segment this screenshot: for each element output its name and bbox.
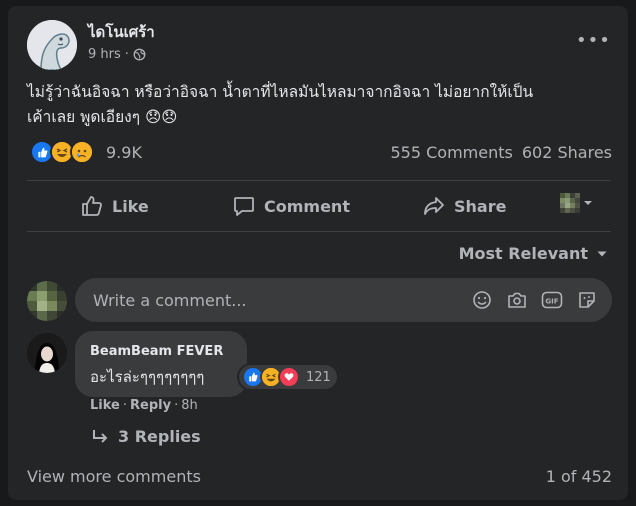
sticker-icon[interactable] [576, 289, 598, 311]
share-icon [424, 197, 444, 215]
comment-label: Comment [264, 196, 350, 216]
engagement-counts: 555 Comments 602 Shares [391, 143, 613, 162]
current-user-avatar[interactable] [27, 281, 67, 321]
reaction-summary[interactable] [30, 140, 94, 164]
comment-author[interactable]: BeamBeam FEVER [90, 344, 223, 359]
user-avatar-pixelated [27, 281, 67, 321]
dinosaur-avatar-image [27, 20, 77, 70]
divider [27, 231, 611, 232]
caret-down-icon [584, 201, 592, 205]
post-text-line-1: ไม่รู้ว่าฉันอิจฉา หรือว่าอิจฉา น้ำตาที่ไ… [27, 83, 534, 101]
commenter-photo [27, 333, 67, 373]
like-button[interactable]: Like [80, 182, 149, 230]
svg-text:GIF: GIF [545, 298, 558, 306]
view-more-comments-link[interactable]: View more comments [27, 467, 201, 486]
comment-reactions[interactable]: 121 [239, 365, 337, 389]
thumbs-up-icon [82, 196, 102, 216]
share-as-selector[interactable] [560, 193, 594, 213]
comments-count[interactable]: 555 Comments [391, 143, 513, 162]
comment-actions: Like · Reply · 8h [90, 398, 198, 413]
post-meta: 9 hrs · [88, 47, 146, 62]
shares-count[interactable]: 602 Shares [522, 143, 612, 162]
comment-sort-dropdown[interactable]: Most Relevant [459, 244, 608, 263]
post-time[interactable]: 9 hrs [88, 47, 121, 62]
page-name[interactable]: ไดโนเศร้า [88, 20, 155, 44]
comment-text: อะไรล่ะๆๆๆๆๆๆๆๆ [90, 368, 205, 386]
comment-input-tools: GIF [471, 289, 598, 311]
commenter-avatar[interactable] [27, 333, 67, 373]
comment-reply-button[interactable]: Reply [130, 398, 171, 413]
comment-like-button[interactable]: Like [90, 398, 120, 413]
caret-down-icon [597, 251, 607, 256]
like-label: Like [112, 196, 149, 216]
comment-pager: 1 of 452 [545, 467, 612, 486]
page-avatar[interactable] [27, 20, 77, 70]
globe-icon [133, 48, 146, 61]
comment-reaction-count: 121 [306, 369, 331, 385]
comment-input[interactable] [91, 289, 435, 311]
post-text-line-2: เค้าเลย พูดเอียงๆ 😞😞 [27, 108, 178, 126]
share-button[interactable]: Share [422, 182, 506, 230]
reply-arrow-icon [93, 429, 108, 443]
divider [27, 180, 611, 181]
comment-input-box[interactable]: GIF [75, 278, 612, 322]
camera-icon[interactable] [506, 289, 528, 311]
more-options-icon[interactable]: ••• [576, 30, 611, 51]
view-replies-button[interactable]: 3 Replies [92, 427, 201, 446]
comment-button[interactable]: Comment [232, 182, 350, 230]
post-card: ไดโนเศร้า 9 hrs · ••• ไม่รู้ว่าฉันอิจฉา … [8, 6, 628, 500]
emoji-icon[interactable] [471, 289, 493, 311]
reaction-count[interactable]: 9.9K [106, 143, 142, 162]
post-text: ไม่รู้ว่าฉันอิจฉา หรือว่าอิจฉา น้ำตาที่ไ… [27, 80, 617, 130]
love-reaction-icon [278, 366, 300, 388]
sad-reaction-icon [70, 140, 94, 164]
replies-label: 3 Replies [118, 427, 201, 446]
gif-icon[interactable]: GIF [541, 289, 563, 311]
share-label: Share [454, 196, 507, 216]
comment-icon [234, 197, 254, 216]
user-avatar-pixelated [560, 193, 580, 213]
comment-time[interactable]: 8h [181, 398, 198, 413]
sort-label: Most Relevant [458, 244, 588, 263]
